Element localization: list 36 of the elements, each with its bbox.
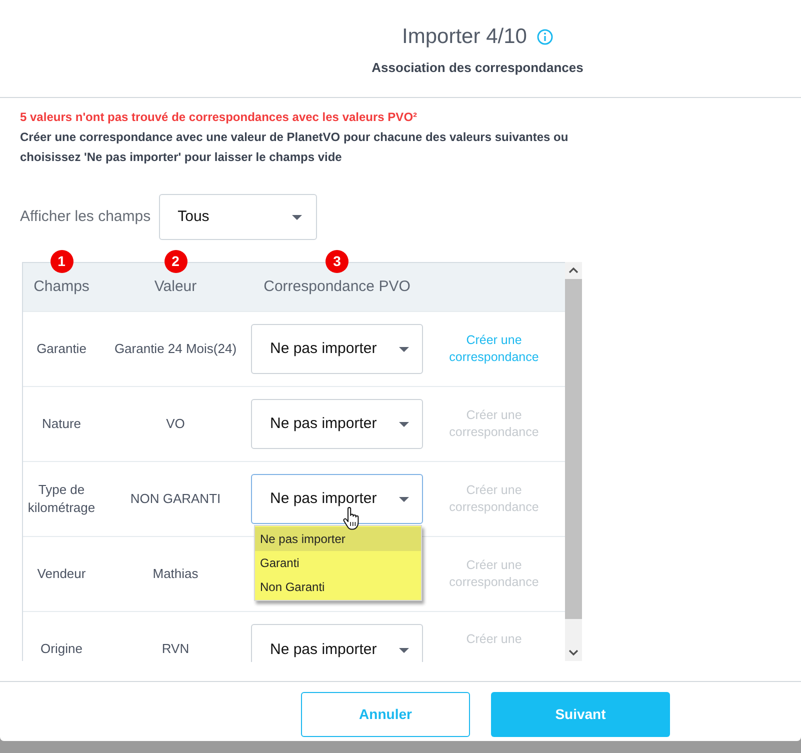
dropdown-option[interactable]: Ne pas importer bbox=[255, 527, 421, 551]
column-header: Champs bbox=[34, 277, 90, 298]
field-value: NON GARANTI bbox=[130, 490, 221, 508]
field-value: VO bbox=[166, 415, 185, 433]
field-name: Garantie bbox=[36, 340, 86, 358]
hand-cursor-icon bbox=[343, 507, 360, 530]
filter-label: Afficher les champs bbox=[20, 206, 151, 227]
mapping-select[interactable]: Ne pas importer bbox=[251, 399, 423, 449]
dropdown-option[interactable]: Garanti bbox=[255, 551, 421, 575]
callout-number: 1 bbox=[50, 250, 73, 273]
filter-select[interactable]: Tous bbox=[158, 194, 317, 240]
mapping-select[interactable]: Ne pas importer bbox=[251, 624, 423, 662]
warning-message: 5 valeurs n'ont pas trouvé de correspondances avec les valeurs PVO² bbox=[20, 109, 418, 126]
field-name: Vendeur bbox=[37, 565, 86, 583]
caret-down-icon bbox=[399, 346, 409, 352]
field-value: RVN bbox=[162, 640, 190, 658]
field-name: Type de kilométrage bbox=[26, 481, 96, 517]
caret-down-icon bbox=[399, 648, 409, 653]
caret-down-icon bbox=[399, 422, 409, 426]
caret-down-icon bbox=[292, 214, 302, 220]
column-header: Correspondance PVO bbox=[264, 277, 410, 298]
field-value: Mathias bbox=[152, 565, 198, 583]
caret-down-icon bbox=[399, 496, 409, 502]
dialog-subtitle: Association des correspondances bbox=[372, 60, 584, 76]
dialog-title: Importer 4/10 bbox=[402, 24, 527, 50]
mapping-select[interactable]: Ne pas importer bbox=[251, 474, 423, 524]
callout-number: 3 bbox=[326, 250, 348, 273]
mapping-select[interactable]: Ne pas importer bbox=[251, 324, 423, 374]
field-value: Garantie 24 Mois(24) bbox=[114, 340, 237, 358]
field-name: Nature bbox=[42, 415, 82, 433]
field-name: Origine bbox=[40, 640, 82, 658]
instruction-text: Créer une correspondance avec une valeur de PlanetVO pour chacune des valeurs suivantes ou choisissez 'Ne pas importer' pour laisser le champs vide bbox=[20, 129, 570, 166]
dropdown-option[interactable]: Non Garanti bbox=[255, 575, 421, 599]
info-icon[interactable] bbox=[536, 29, 553, 45]
callout-number: 2 bbox=[164, 250, 187, 273]
column-header: Valeur bbox=[154, 277, 197, 298]
